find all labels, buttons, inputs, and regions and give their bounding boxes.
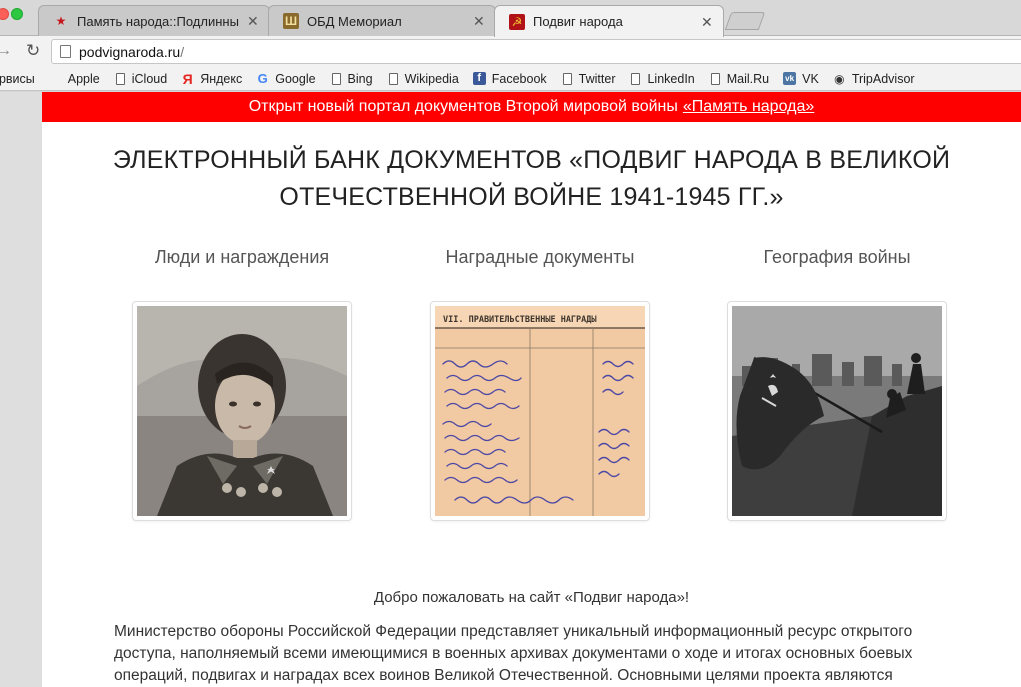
bookmark-label: Apple	[67, 71, 100, 86]
web-page: Открыт новый портал документов Второй ми…	[42, 92, 1021, 687]
vk-icon: vk	[783, 72, 797, 85]
podvig-naroda-icon: ☭	[509, 13, 525, 30]
window-close-button[interactable]	[0, 8, 9, 20]
star-icon: ★	[55, 14, 67, 28]
close-icon[interactable]: ✕	[473, 14, 485, 28]
bookmark-yandex[interactable]: Я Яндекс	[181, 70, 243, 87]
yandex-icon: Я	[182, 70, 193, 87]
page-icon	[115, 72, 125, 85]
page-icon	[631, 72, 641, 85]
announcement-banner: Открыт новый портал документов Второй ми…	[42, 92, 1021, 122]
page-gutter	[0, 92, 42, 687]
window-zoom-button[interactable]	[11, 8, 23, 20]
tripadvisor-icon: ◉	[834, 71, 845, 86]
google-icon: G	[257, 71, 268, 86]
page-icon	[331, 72, 341, 85]
bookmark-label: TripAdvisor	[851, 71, 915, 86]
browser-toolbar: → ↻ podvignaroda.ru /	[0, 36, 1021, 67]
woman-soldier-portrait-image	[137, 306, 347, 516]
apple-icon	[49, 72, 62, 85]
tab-strip: ★ Память народа::Подлинные д ✕ Ш ОБД Мем…	[0, 0, 1021, 37]
bookmark-mailru[interactable]: Mail.Ru	[709, 72, 769, 86]
page-icon	[562, 72, 572, 85]
bookmark-wikipedia[interactable]: Wikipedia	[387, 72, 459, 86]
bookmark-bing[interactable]: Bing	[330, 72, 373, 86]
tab-podvig-naroda[interactable]: ☭ Подвиг народа ✕	[494, 5, 724, 37]
bookmark-vk[interactable]: vk VK	[783, 72, 819, 86]
bookmark-apple[interactable]: Apple	[49, 72, 100, 86]
bookmark-label: LinkedIn	[647, 71, 695, 86]
section-people[interactable]: Люди и награждения	[132, 242, 352, 521]
bookmark-google[interactable]: G Google	[256, 71, 316, 86]
bookmark-label: Wikipedia	[404, 71, 459, 86]
address-bar[interactable]: podvignaroda.ru /	[51, 39, 1021, 64]
tab-title: Память народа::Подлинные д	[77, 13, 239, 29]
page-title-line1: ЭЛЕКТРОННЫЙ БАНК ДОКУМЕНТОВ «ПОДВИГ НАРО…	[112, 146, 951, 174]
bookmarks-bar: ервисы Apple iCloud Я Яндекс G Google Bi…	[0, 67, 1021, 91]
back-arrow-icon[interactable]: →	[0, 41, 12, 61]
sections-row: Люди и награждения Наградные документы V…	[42, 242, 1021, 532]
tab-title: Подвиг народа	[533, 14, 623, 29]
bookmark-label: Mail.Ru	[726, 71, 770, 86]
url-host: podvignaroda.ru	[79, 43, 181, 60]
reichstag-flag-image	[732, 306, 942, 516]
page-icon	[710, 72, 720, 85]
bookmark-label: Bing	[347, 71, 373, 86]
page-title-line2: ОТЕЧЕСТВЕННОЙ ВОЙНЕ 1941-1945 ГГ.»	[279, 183, 784, 211]
facebook-icon: f	[472, 72, 486, 85]
section-heading[interactable]: Люди и награждения	[132, 242, 352, 272]
people-image-card[interactable]	[132, 301, 352, 521]
award-document-image: VII. ПРАВИТЕЛЬСТВЕННЫЕ НАГРАДЫ	[435, 306, 645, 516]
bookmark-icloud[interactable]: iCloud	[114, 72, 167, 86]
section-award-documents[interactable]: Наградные документы VII. ПРАВИТЕЛЬСТВЕНН…	[430, 242, 650, 521]
bookmark-facebook[interactable]: f Facebook	[472, 71, 547, 86]
page-title: ЭЛЕКТРОННЫЙ БАНК ДОКУМЕНТОВ «ПОДВИГ НАРО…	[92, 142, 972, 216]
url-path: /	[180, 43, 185, 60]
reload-icon[interactable]: ↻	[26, 41, 40, 61]
close-icon[interactable]: ✕	[701, 15, 713, 29]
war-geography-image-card[interactable]	[727, 301, 947, 521]
close-icon[interactable]: ✕	[247, 14, 259, 28]
welcome-text: Добро пожаловать на сайт «Подвиг народа»…	[373, 589, 690, 606]
bookmark-label: VK	[802, 71, 819, 86]
obd-memorial-icon: Ш	[283, 13, 299, 29]
award-documents-image-card[interactable]: VII. ПРАВИТЕЛЬСТВЕННЫЕ НАГРАДЫ	[430, 301, 650, 521]
bookmark-label: iCloud	[131, 71, 168, 86]
page-icon	[60, 45, 71, 58]
page-icon	[388, 72, 398, 85]
bookmark-label: Facebook	[491, 71, 547, 86]
section-war-geography[interactable]: География войны	[727, 242, 947, 521]
bookmark-tripadvisor[interactable]: ◉ TripAdvisor	[833, 72, 915, 86]
svg-text:VII. ПРАВИТЕЛЬСТВЕННЫЕ НАГРАДЫ: VII. ПРАВИТЕЛЬСТВЕННЫЕ НАГРАДЫ	[443, 315, 597, 325]
new-tab-button[interactable]	[724, 12, 766, 30]
pamyat-naroda-link[interactable]: «Память народа»	[683, 98, 814, 116]
bookmark-label: Twitter	[578, 71, 616, 86]
section-heading[interactable]: Наградные документы	[430, 242, 650, 272]
bookmark-services[interactable]: ервисы	[0, 72, 35, 86]
tab-title: ОБД Мемориал	[307, 13, 402, 29]
bookmark-label: Яндекс	[200, 71, 243, 86]
tab-pamyat-naroda[interactable]: ★ Память народа::Подлинные д ✕	[38, 5, 270, 36]
section-heading[interactable]: География войны	[727, 242, 947, 272]
bookmark-linkedin[interactable]: LinkedIn	[629, 71, 695, 86]
intro-paragraph: Министерство обороны Российской Федераци…	[114, 623, 913, 684]
bookmark-twitter[interactable]: Twitter	[561, 71, 616, 86]
tab-obd-memorial[interactable]: Ш ОБД Мемориал ✕	[268, 5, 496, 36]
banner-text: Открыт новый портал документов Второй ми…	[248, 98, 678, 115]
bookmark-label: ервисы	[0, 71, 35, 86]
bookmark-label: Google	[275, 71, 316, 86]
